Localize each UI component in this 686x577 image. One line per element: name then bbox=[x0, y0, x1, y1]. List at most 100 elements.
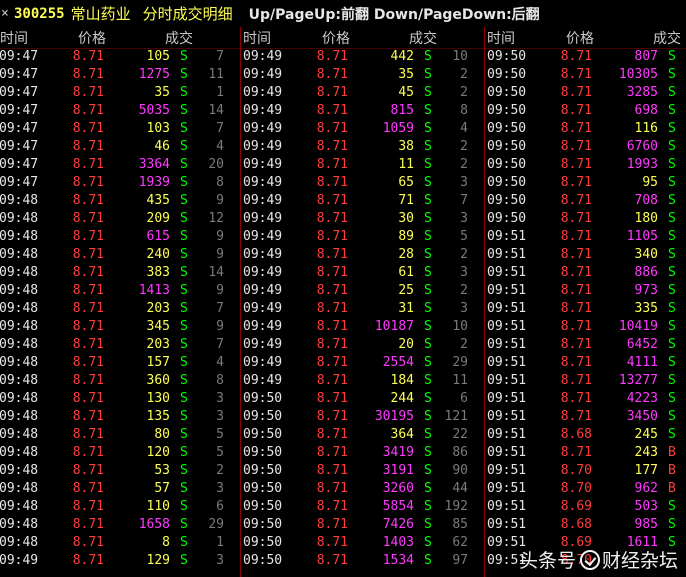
trade-row[interactable]: 09:49 8.71 61 S 3 bbox=[241, 264, 484, 282]
trade-price: 8.71 bbox=[560, 337, 592, 352]
trade-row[interactable]: 09:50 8.71 3191 S 90 bbox=[241, 462, 484, 480]
trade-row[interactable]: 09:51 8.70 962 B bbox=[485, 480, 686, 498]
trade-row[interactable]: 09:47 8.71 105 S 7 bbox=[0, 48, 240, 66]
trade-row[interactable]: 09:49 8.71 129 S 3 bbox=[0, 552, 240, 570]
trade-row[interactable]: 09:51 8.71 886 S bbox=[485, 264, 686, 282]
trade-row[interactable]: 09:50 8.71 95 S bbox=[485, 174, 686, 192]
trade-row[interactable]: 09:50 8.71 364 S 22 bbox=[241, 426, 484, 444]
trade-row[interactable]: 09:49 8.71 25 S 2 bbox=[241, 282, 484, 300]
trade-row[interactable]: 09:48 8.71 383 S 14 bbox=[0, 264, 240, 282]
trade-count: 29 bbox=[208, 517, 224, 532]
trade-row[interactable]: 09:48 8.71 345 S 9 bbox=[0, 318, 240, 336]
trade-row[interactable]: 09:50 8.71 5854 S 192 bbox=[241, 498, 484, 516]
trade-row[interactable]: 09:48 8.71 120 S 5 bbox=[0, 444, 240, 462]
trade-row[interactable]: 09:51 8.71 6452 S bbox=[485, 336, 686, 354]
trade-row[interactable]: 09:50 8.71 10305 S bbox=[485, 66, 686, 84]
trade-volume: 435 bbox=[146, 193, 170, 208]
trade-row[interactable]: 09:50 8.71 3419 S 86 bbox=[241, 444, 484, 462]
trade-row[interactable]: 09:48 8.71 203 S 7 bbox=[0, 336, 240, 354]
trade-row[interactable]: 09:50 8.71 807 S bbox=[485, 48, 686, 66]
trade-row[interactable]: 09:50 8.71 708 S bbox=[485, 192, 686, 210]
trade-row[interactable]: 09:49 8.71 11 S 2 bbox=[241, 156, 484, 174]
trade-row[interactable]: 09:49 8.71 38 S 2 bbox=[241, 138, 484, 156]
trade-row[interactable]: 09:51 8.70 177 B bbox=[485, 462, 686, 480]
trade-column-2[interactable]: 时间 价格 成交 09:49 8.71 442 S 10 09:49 8.71 35 S 2 09:49 8… bbox=[241, 27, 484, 577]
trade-row[interactable]: 09:48 8.71 157 S 4 bbox=[0, 354, 240, 372]
trade-row[interactable]: 09:51 8.68 985 S bbox=[485, 516, 686, 534]
trade-count: 44 bbox=[452, 481, 468, 496]
trade-row[interactable]: 09:51 8.69 503 S bbox=[485, 498, 686, 516]
trade-side: S bbox=[424, 535, 432, 550]
trade-row[interactable]: 09:50 8.71 180 S bbox=[485, 210, 686, 228]
trade-row[interactable]: 09:48 8.71 135 S 3 bbox=[0, 408, 240, 426]
trade-row[interactable]: 09:50 8.71 698 S bbox=[485, 102, 686, 120]
trade-row[interactable]: 09:48 8.71 80 S 5 bbox=[0, 426, 240, 444]
trade-row[interactable]: 09:49 8.71 20 S 2 bbox=[241, 336, 484, 354]
trade-row[interactable]: 09:49 8.71 65 S 3 bbox=[241, 174, 484, 192]
trade-row[interactable]: 09:48 8.71 615 S 9 bbox=[0, 228, 240, 246]
trade-row[interactable]: 09:48 8.71 360 S 8 bbox=[0, 372, 240, 390]
trade-row[interactable]: 09:50 8.71 3260 S 44 bbox=[241, 480, 484, 498]
trade-time: 09:48 bbox=[0, 391, 39, 406]
trade-row[interactable]: 09:51 8.71 4111 S bbox=[485, 354, 686, 372]
trade-row[interactable]: 09:48 8.71 110 S 6 bbox=[0, 498, 240, 516]
trade-row[interactable]: 09:50 8.71 30195 S 121 bbox=[241, 408, 484, 426]
trade-row[interactable]: 09:49 8.71 28 S 2 bbox=[241, 246, 484, 264]
trade-row[interactable]: 09:49 8.71 35 S 2 bbox=[241, 66, 484, 84]
trade-row[interactable]: 09:49 8.71 10187 S 10 bbox=[241, 318, 484, 336]
trade-row[interactable]: 09:50 8.71 244 S 6 bbox=[241, 390, 484, 408]
trade-row[interactable]: 09:47 8.71 1275 S 11 bbox=[0, 66, 240, 84]
trade-row[interactable]: 09:48 8.71 57 S 3 bbox=[0, 480, 240, 498]
trade-row[interactable]: 09:47 8.71 46 S 4 bbox=[0, 138, 240, 156]
trade-row[interactable]: 09:49 8.71 30 S 3 bbox=[241, 210, 484, 228]
close-icon[interactable]: × bbox=[1, 6, 13, 21]
trade-row[interactable]: 09:50 8.71 3285 S bbox=[485, 84, 686, 102]
trade-row[interactable]: 09:48 8.71 203 S 7 bbox=[0, 300, 240, 318]
trade-row[interactable]: 09:50 8.71 116 S bbox=[485, 120, 686, 138]
title-bar: × 300255 常山药业 分时成交明细 Up/PageUp:前翻 Down/P… bbox=[0, 0, 686, 27]
trade-row[interactable]: 09:47 8.71 5035 S 14 bbox=[0, 102, 240, 120]
trade-row[interactable]: 09:49 8.71 45 S 2 bbox=[241, 84, 484, 102]
trade-row[interactable]: 09:51 8.71 335 S bbox=[485, 300, 686, 318]
trade-row[interactable]: 09:47 8.71 3364 S 20 bbox=[0, 156, 240, 174]
trade-row[interactable]: 09:50 8.71 1534 S 97 bbox=[241, 552, 484, 570]
trade-column-3[interactable]: 时间 价格 成交 09:50 8.71 807 S 09:50 8.71 10305 S 09:50 8… bbox=[485, 27, 686, 577]
trade-row[interactable]: 09:49 8.71 184 S 11 bbox=[241, 372, 484, 390]
trade-row[interactable]: 09:51 8.71 243 B bbox=[485, 444, 686, 462]
trade-price: 8.71 bbox=[560, 121, 592, 136]
trade-row[interactable]: 09:48 8.71 1413 S 9 bbox=[0, 282, 240, 300]
trade-row[interactable]: 09:48 8.71 8 S 1 bbox=[0, 534, 240, 552]
trade-row[interactable]: 09:49 8.71 2554 S 29 bbox=[241, 354, 484, 372]
trade-row[interactable]: 09:47 8.71 103 S 7 bbox=[0, 120, 240, 138]
trade-row[interactable]: 09:48 8.71 53 S 2 bbox=[0, 462, 240, 480]
trade-row[interactable]: 09:48 8.71 130 S 3 bbox=[0, 390, 240, 408]
trade-row[interactable]: 09:48 8.71 209 S 12 bbox=[0, 210, 240, 228]
trade-price: 8.71 bbox=[72, 85, 104, 100]
trade-row[interactable]: 09:49 8.71 442 S 10 bbox=[241, 48, 484, 66]
trade-row[interactable]: 09:49 8.71 815 S 8 bbox=[241, 102, 484, 120]
trade-row[interactable]: 09:51 8.71 13277 S bbox=[485, 372, 686, 390]
trade-row[interactable]: 09:50 8.71 7426 S 85 bbox=[241, 516, 484, 534]
trade-row[interactable]: 09:48 8.71 1658 S 29 bbox=[0, 516, 240, 534]
trade-row[interactable]: 09:50 8.71 6760 S bbox=[485, 138, 686, 156]
trade-row[interactable]: 09:47 8.71 1939 S 8 bbox=[0, 174, 240, 192]
trade-row[interactable]: 09:48 8.71 240 S 9 bbox=[0, 246, 240, 264]
trade-row[interactable]: 09:51 8.71 3450 S bbox=[485, 408, 686, 426]
trade-row[interactable]: 09:51 8.71 4223 S bbox=[485, 390, 686, 408]
trade-column-1[interactable]: 时间 价格 成交 09:47 8.71 105 S 7 09:47 8.71 1275 S 11 09:4… bbox=[0, 27, 240, 577]
trade-row[interactable]: 09:51 8.68 245 S bbox=[485, 426, 686, 444]
trade-row[interactable]: 09:47 8.71 35 S 1 bbox=[0, 84, 240, 102]
trade-row[interactable]: 09:51 8.71 973 S bbox=[485, 282, 686, 300]
trade-row[interactable]: 09:48 8.71 435 S 9 bbox=[0, 192, 240, 210]
trade-row[interactable]: 09:49 8.71 31 S 3 bbox=[241, 300, 484, 318]
trade-row[interactable]: 09:51 8.71 10419 S bbox=[485, 318, 686, 336]
trade-row[interactable]: 09:51 8.71 340 S bbox=[485, 246, 686, 264]
trade-row[interactable]: 09:50 8.71 1403 S 62 bbox=[241, 534, 484, 552]
trade-count: 3 bbox=[460, 175, 468, 190]
trade-row[interactable]: 09:50 8.71 1993 S bbox=[485, 156, 686, 174]
trade-row[interactable]: 09:49 8.71 89 S 5 bbox=[241, 228, 484, 246]
trade-row[interactable]: 09:51 8.71 1105 S bbox=[485, 228, 686, 246]
trade-row[interactable]: 09:49 8.71 71 S 7 bbox=[241, 192, 484, 210]
trade-row[interactable]: 09:49 8.71 1059 S 4 bbox=[241, 120, 484, 138]
trade-time: 09:49 bbox=[243, 265, 283, 280]
